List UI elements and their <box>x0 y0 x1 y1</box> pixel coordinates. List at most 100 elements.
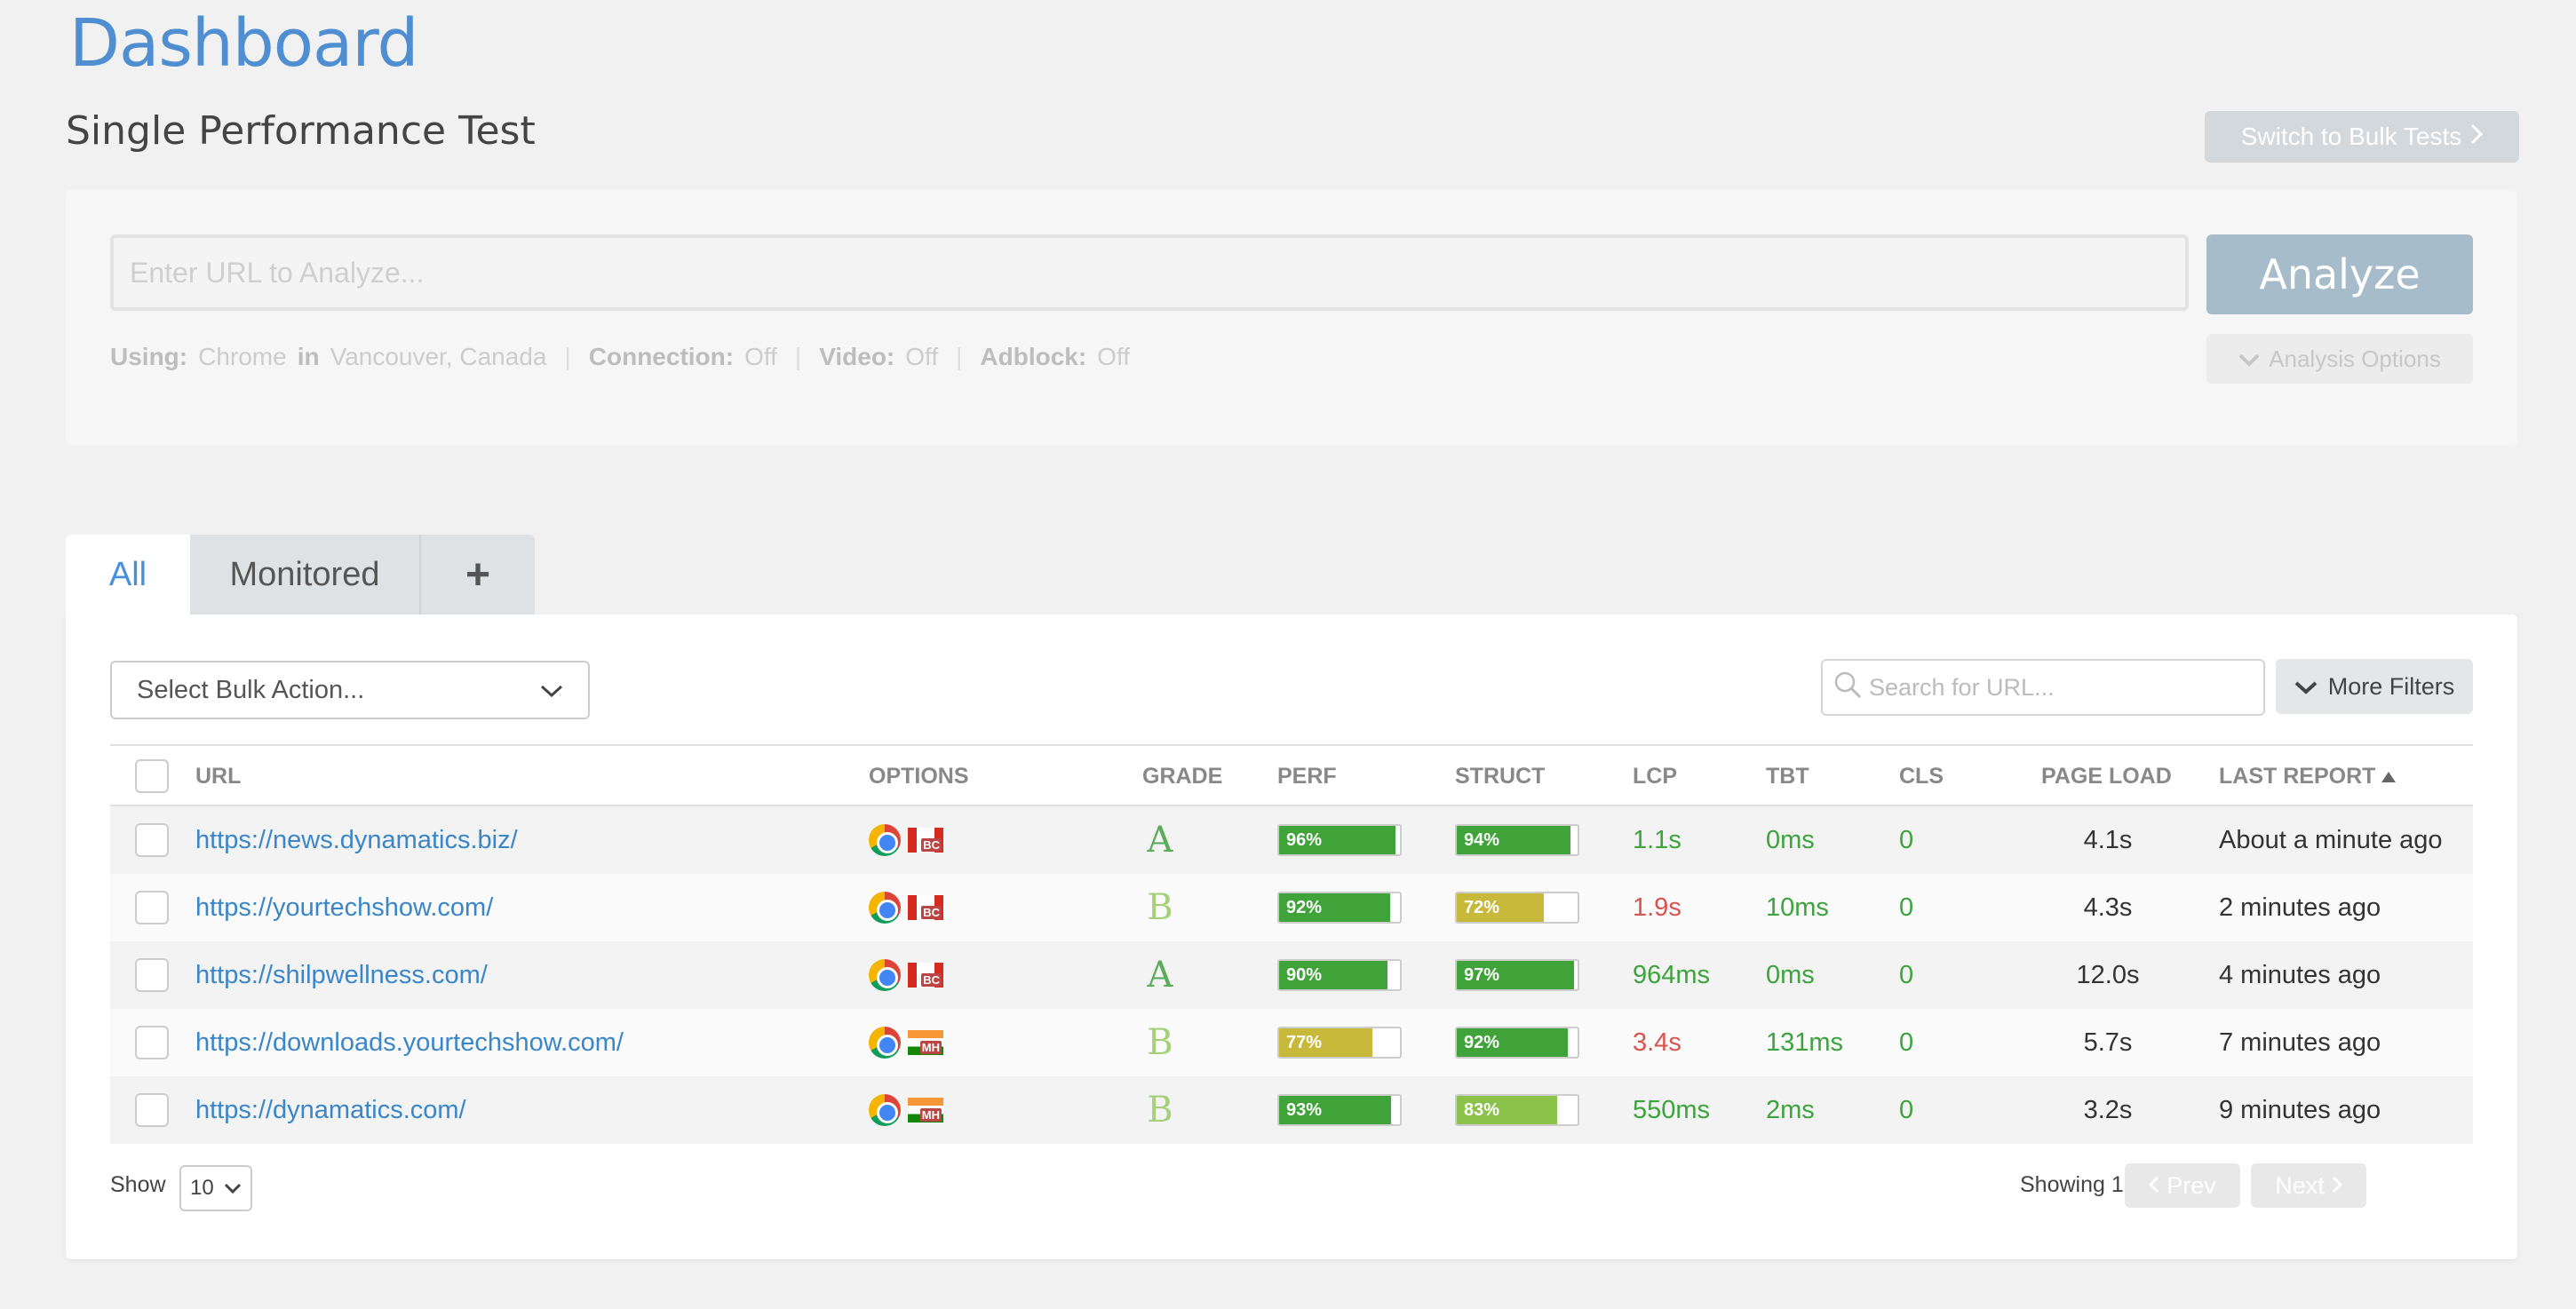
header-page-load[interactable]: PAGE LOAD <box>2041 746 2172 806</box>
region-code: MH <box>919 1108 942 1122</box>
more-filters-button[interactable]: More Filters <box>2276 659 2473 714</box>
url-input[interactable] <box>110 234 2189 311</box>
struct-value: 94% <box>1464 829 1500 850</box>
lcp-value: 550ms <box>1633 1095 1711 1124</box>
perf-bar: 77% <box>1277 1009 1402 1076</box>
table-row[interactable]: https://shilpwellness.com/ BC A 90% 97% … <box>110 941 2473 1009</box>
adblock-label: Adblock: <box>980 343 1087 370</box>
last-report-value: 2 minutes ago <box>2219 892 2381 922</box>
test-options: BC <box>869 941 943 1009</box>
table-row[interactable]: https://news.dynamatics.biz/ BC A 96% 94… <box>110 806 2473 874</box>
divider: | <box>794 343 802 370</box>
row-checkbox[interactable] <box>135 958 169 992</box>
cls-value: 0 <box>1899 892 1914 922</box>
row-checkbox[interactable] <box>135 823 169 857</box>
perf-bar: 96% <box>1277 806 1402 874</box>
video-label: Video: <box>819 343 895 370</box>
header-tbt[interactable]: TBT <box>1766 746 1809 806</box>
more-filters-label: More Filters <box>2327 672 2455 700</box>
table-row[interactable]: https://yourtechshow.com/ BC B 92% 72% 1… <box>110 874 2473 941</box>
tbt-value: 0ms <box>1766 960 1815 989</box>
connection-label: Connection: <box>588 343 735 370</box>
add-tab-button[interactable]: + <box>421 535 535 615</box>
header-lcp[interactable]: LCP <box>1633 746 1677 806</box>
search-icon <box>1833 670 1862 705</box>
sort-up-icon <box>2381 764 2397 789</box>
header-cls[interactable]: CLS <box>1899 746 1944 806</box>
location-value: Vancouver, Canada <box>330 343 547 370</box>
url-link[interactable]: https://downloads.yourtechshow.com/ <box>195 1009 624 1076</box>
struct-bar: 92% <box>1455 1009 1579 1076</box>
test-options: MH <box>869 1009 943 1076</box>
adblock-value: Off <box>1097 343 1131 370</box>
region-flag-icon: MH <box>908 1098 943 1123</box>
analysis-options-button[interactable]: Analysis Options <box>2206 334 2473 384</box>
header-struct[interactable]: STRUCT <box>1455 746 1545 806</box>
tab-monitored[interactable]: Monitored <box>190 535 421 615</box>
table-row[interactable]: https://downloads.yourtechshow.com/ MH B… <box>110 1009 2473 1076</box>
tab-all[interactable]: All <box>66 535 190 615</box>
chevron-down-icon <box>2238 345 2260 373</box>
row-checkbox[interactable] <box>135 1093 169 1127</box>
chrome-icon <box>869 1094 901 1126</box>
chevron-down-icon <box>540 676 563 705</box>
struct-bar: 94% <box>1455 806 1579 874</box>
last-report-value: 4 minutes ago <box>2219 960 2381 989</box>
region-flag-icon: MH <box>908 1030 943 1055</box>
switch-to-bulk-button[interactable]: Switch to Bulk Tests <box>2205 111 2519 163</box>
divider: | <box>564 343 571 370</box>
url-link[interactable]: https://yourtechshow.com/ <box>195 874 493 941</box>
connection-value: Off <box>744 343 777 370</box>
perf-value: 77% <box>1286 1032 1323 1052</box>
region-code: BC <box>921 973 942 987</box>
perf-bar: 90% <box>1277 941 1402 1009</box>
bulk-action-select[interactable]: Select Bulk Action... <box>110 661 590 719</box>
tbt-value: 131ms <box>1766 1027 1844 1057</box>
page-load-value: 3.2s <box>2083 1095 2133 1124</box>
chevron-right-icon <box>2332 1172 2342 1200</box>
next-label: Next <box>2275 1171 2325 1199</box>
perf-value: 93% <box>1286 1099 1323 1120</box>
grade-value: A <box>1147 955 1173 996</box>
url-link[interactable]: https://shilpwellness.com/ <box>195 941 488 1009</box>
test-options: BC <box>869 874 943 941</box>
header-last-report[interactable]: LAST REPORT <box>2219 746 2397 806</box>
last-report-value: 7 minutes ago <box>2219 1027 2381 1057</box>
struct-bar: 83% <box>1455 1076 1579 1144</box>
grade-value: B <box>1147 887 1173 928</box>
test-options: MH <box>869 1076 943 1144</box>
next-page-button[interactable]: Next <box>2251 1163 2366 1208</box>
grade-value: A <box>1147 820 1173 861</box>
lcp-value: 1.1s <box>1633 825 1682 854</box>
chrome-icon <box>869 959 901 991</box>
region-code: BC <box>921 838 942 852</box>
browser-value: Chrome <box>198 343 287 370</box>
header-options: OPTIONS <box>869 763 969 789</box>
last-report-label: LAST REPORT <box>2219 763 2376 789</box>
lcp-value: 964ms <box>1633 960 1711 989</box>
prev-page-button[interactable]: Prev <box>2125 1163 2240 1208</box>
tbt-value: 2ms <box>1766 1095 1815 1124</box>
select-all-checkbox[interactable] <box>135 759 169 793</box>
row-checkbox[interactable] <box>135 1026 169 1059</box>
using-label: Using: <box>110 343 188 370</box>
header-grade[interactable]: GRADE <box>1142 746 1222 806</box>
analyze-button[interactable]: Analyze <box>2206 234 2473 314</box>
test-options: BC <box>869 806 943 874</box>
region-code: BC <box>921 906 942 919</box>
table-row[interactable]: https://dynamatics.com/ MH B 93% 83% 550… <box>110 1076 2473 1144</box>
header-url[interactable]: URL <box>195 746 241 806</box>
header-perf[interactable]: PERF <box>1277 746 1337 806</box>
struct-value: 83% <box>1464 1099 1500 1120</box>
grade-value: B <box>1147 1090 1173 1130</box>
page-size-select[interactable]: 10 <box>179 1165 252 1211</box>
url-link[interactable]: https://dynamatics.com/ <box>195 1076 466 1144</box>
chrome-icon <box>869 892 901 924</box>
chevron-down-icon <box>224 1176 242 1201</box>
search-placeholder: Search for URL... <box>1869 673 2055 701</box>
url-link[interactable]: https://news.dynamatics.biz/ <box>195 806 518 874</box>
row-checkbox[interactable] <box>135 891 169 924</box>
last-report-value: About a minute ago <box>2219 825 2443 854</box>
url-search-field[interactable]: Search for URL... <box>1821 659 2265 716</box>
reports-card: Select Bulk Action... Search for URL... … <box>66 615 2517 1259</box>
